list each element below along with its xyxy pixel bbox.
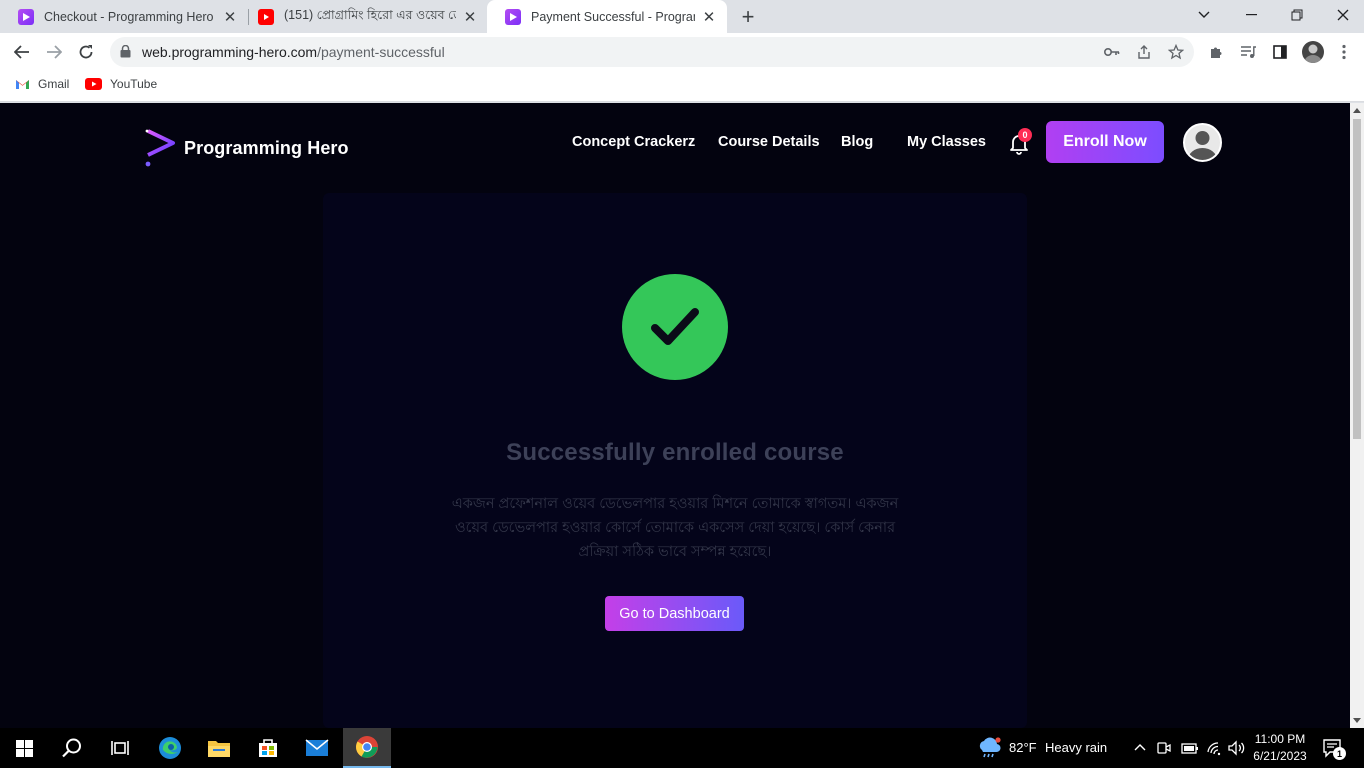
clock-time: 11:00 PM: [1254, 732, 1306, 746]
url-text: web.programming-hero.com/payment-success…: [142, 44, 445, 60]
programming-hero-favicon: [505, 8, 521, 25]
extensions-icon[interactable]: [1206, 42, 1226, 62]
user-avatar[interactable]: [1183, 123, 1222, 162]
success-message: একজন প্রফেশনাল ওয়েব ডেভেলপার হওয়ার মিশ…: [451, 496, 899, 560]
weather-temperature: 82°F: [1009, 740, 1037, 755]
scroll-thumb[interactable]: [1353, 119, 1361, 439]
close-tab-icon[interactable]: ✕: [222, 9, 238, 26]
battery-power-icon[interactable]: [1181, 741, 1199, 755]
meet-now-icon[interactable]: [1157, 740, 1171, 756]
brand-name: Programming Hero: [184, 137, 349, 158]
side-panel-icon[interactable]: [1270, 42, 1290, 62]
chrome-taskbar-icon[interactable]: [343, 728, 391, 768]
reload-icon[interactable]: [72, 38, 100, 66]
bookmark-star-icon[interactable]: [1167, 43, 1185, 61]
action-center-icon[interactable]: 1: [1322, 737, 1346, 760]
tab-search-icon[interactable]: [1181, 0, 1227, 30]
close-tab-icon[interactable]: ✕: [462, 9, 478, 26]
tab-title: Payment Successful - Programmi: [531, 9, 695, 24]
url-path: /payment-successful: [317, 44, 445, 60]
bookmark-gmail[interactable]: Gmail: [15, 77, 69, 91]
taskbar-clock[interactable]: 11:00 PM 6/21/2023: [1248, 731, 1312, 765]
forward-icon[interactable]: [40, 38, 68, 66]
key-icon[interactable]: [1103, 43, 1121, 61]
lock-icon: [120, 45, 131, 58]
site-logo[interactable]: Programming Hero: [140, 127, 349, 169]
nav-my-classes[interactable]: My Classes: [907, 134, 986, 150]
menu-dots-icon[interactable]: [1334, 42, 1354, 62]
tab-checkout[interactable]: Checkout - Programming Hero ✕: [0, 0, 248, 33]
nav-concept-crackerz[interactable]: Concept Crackerz: [572, 134, 695, 150]
browser-toolbar: web.programming-hero.com/payment-success…: [0, 33, 1364, 71]
clock-date: 6/21/2023: [1253, 749, 1307, 763]
bookmark-youtube[interactable]: YouTube: [85, 77, 157, 91]
back-icon[interactable]: [8, 38, 36, 66]
edge-browser-icon[interactable]: [146, 728, 194, 768]
bookmarks-bar: Gmail YouTube: [0, 71, 1364, 102]
youtube-favicon: [258, 8, 274, 25]
tab-title: (151) প্রোগ্রামিং হিরো এর ওয়েব ডে: [284, 7, 456, 22]
go-to-dashboard-button[interactable]: Go to Dashboard: [605, 596, 744, 631]
vertical-scrollbar[interactable]: [1350, 103, 1364, 728]
address-bar[interactable]: web.programming-hero.com/payment-success…: [110, 37, 1194, 67]
nav-course-details[interactable]: Course Details: [718, 134, 820, 150]
nav-blog[interactable]: Blog: [841, 134, 873, 150]
bookmark-label: YouTube: [110, 77, 158, 91]
tab-youtube[interactable]: (151) প্রোগ্রামিং হিরো এর ওয়েব ডে ✕: [240, 0, 488, 33]
windows-start-icon[interactable]: [0, 728, 48, 768]
web-page: Programming Hero Concept Crackerz Course…: [0, 103, 1350, 728]
file-explorer-icon[interactable]: [195, 728, 243, 768]
programming-hero-logo-icon: [145, 129, 175, 167]
restore-icon[interactable]: [1274, 0, 1320, 30]
profile-avatar[interactable]: [1302, 41, 1324, 63]
notification-badge: 0: [1018, 128, 1032, 142]
url-host: web.programming-hero.com: [142, 44, 318, 60]
volume-icon[interactable]: [1228, 740, 1246, 756]
close-tab-icon[interactable]: ✕: [701, 9, 717, 26]
weather-rain-icon[interactable]: [976, 737, 1002, 759]
mail-icon[interactable]: [293, 728, 341, 768]
enroll-now-button[interactable]: Enroll Now: [1046, 121, 1164, 163]
youtube-icon: [85, 78, 102, 90]
programming-hero-favicon: [18, 8, 34, 25]
new-tab-icon[interactable]: +: [736, 4, 760, 29]
browser-tab-strip: Checkout - Programming Hero ✕ (151) প্রো…: [0, 0, 1364, 33]
tab-title: Checkout - Programming Hero: [44, 9, 214, 24]
microsoft-store-icon[interactable]: [244, 728, 292, 768]
task-view-icon[interactable]: [96, 728, 144, 768]
show-hidden-icons-icon[interactable]: [1134, 743, 1146, 751]
success-title: Successfully enrolled course: [506, 439, 844, 466]
scroll-down-icon[interactable]: [1353, 718, 1361, 723]
success-check-icon: [622, 274, 728, 380]
weather-condition: Heavy rain: [1045, 740, 1108, 755]
share-icon[interactable]: [1135, 43, 1153, 61]
scroll-up-icon[interactable]: [1353, 108, 1361, 113]
media-control-icon[interactable]: [1238, 42, 1258, 62]
minimize-icon[interactable]: [1228, 0, 1274, 30]
tab-payment-successful[interactable]: Payment Successful - Programmi ✕: [487, 0, 727, 33]
bookmark-label: Gmail: [38, 77, 70, 91]
search-icon[interactable]: [48, 728, 96, 768]
gmail-icon: [16, 80, 29, 89]
wifi-icon[interactable]: [1206, 740, 1222, 756]
windows-taskbar: 82°F Heavy rain 11:00 PM 6/21/2023 1: [0, 728, 1364, 768]
action-center-badge: 1: [1333, 747, 1346, 760]
close-window-icon[interactable]: [1320, 0, 1364, 30]
